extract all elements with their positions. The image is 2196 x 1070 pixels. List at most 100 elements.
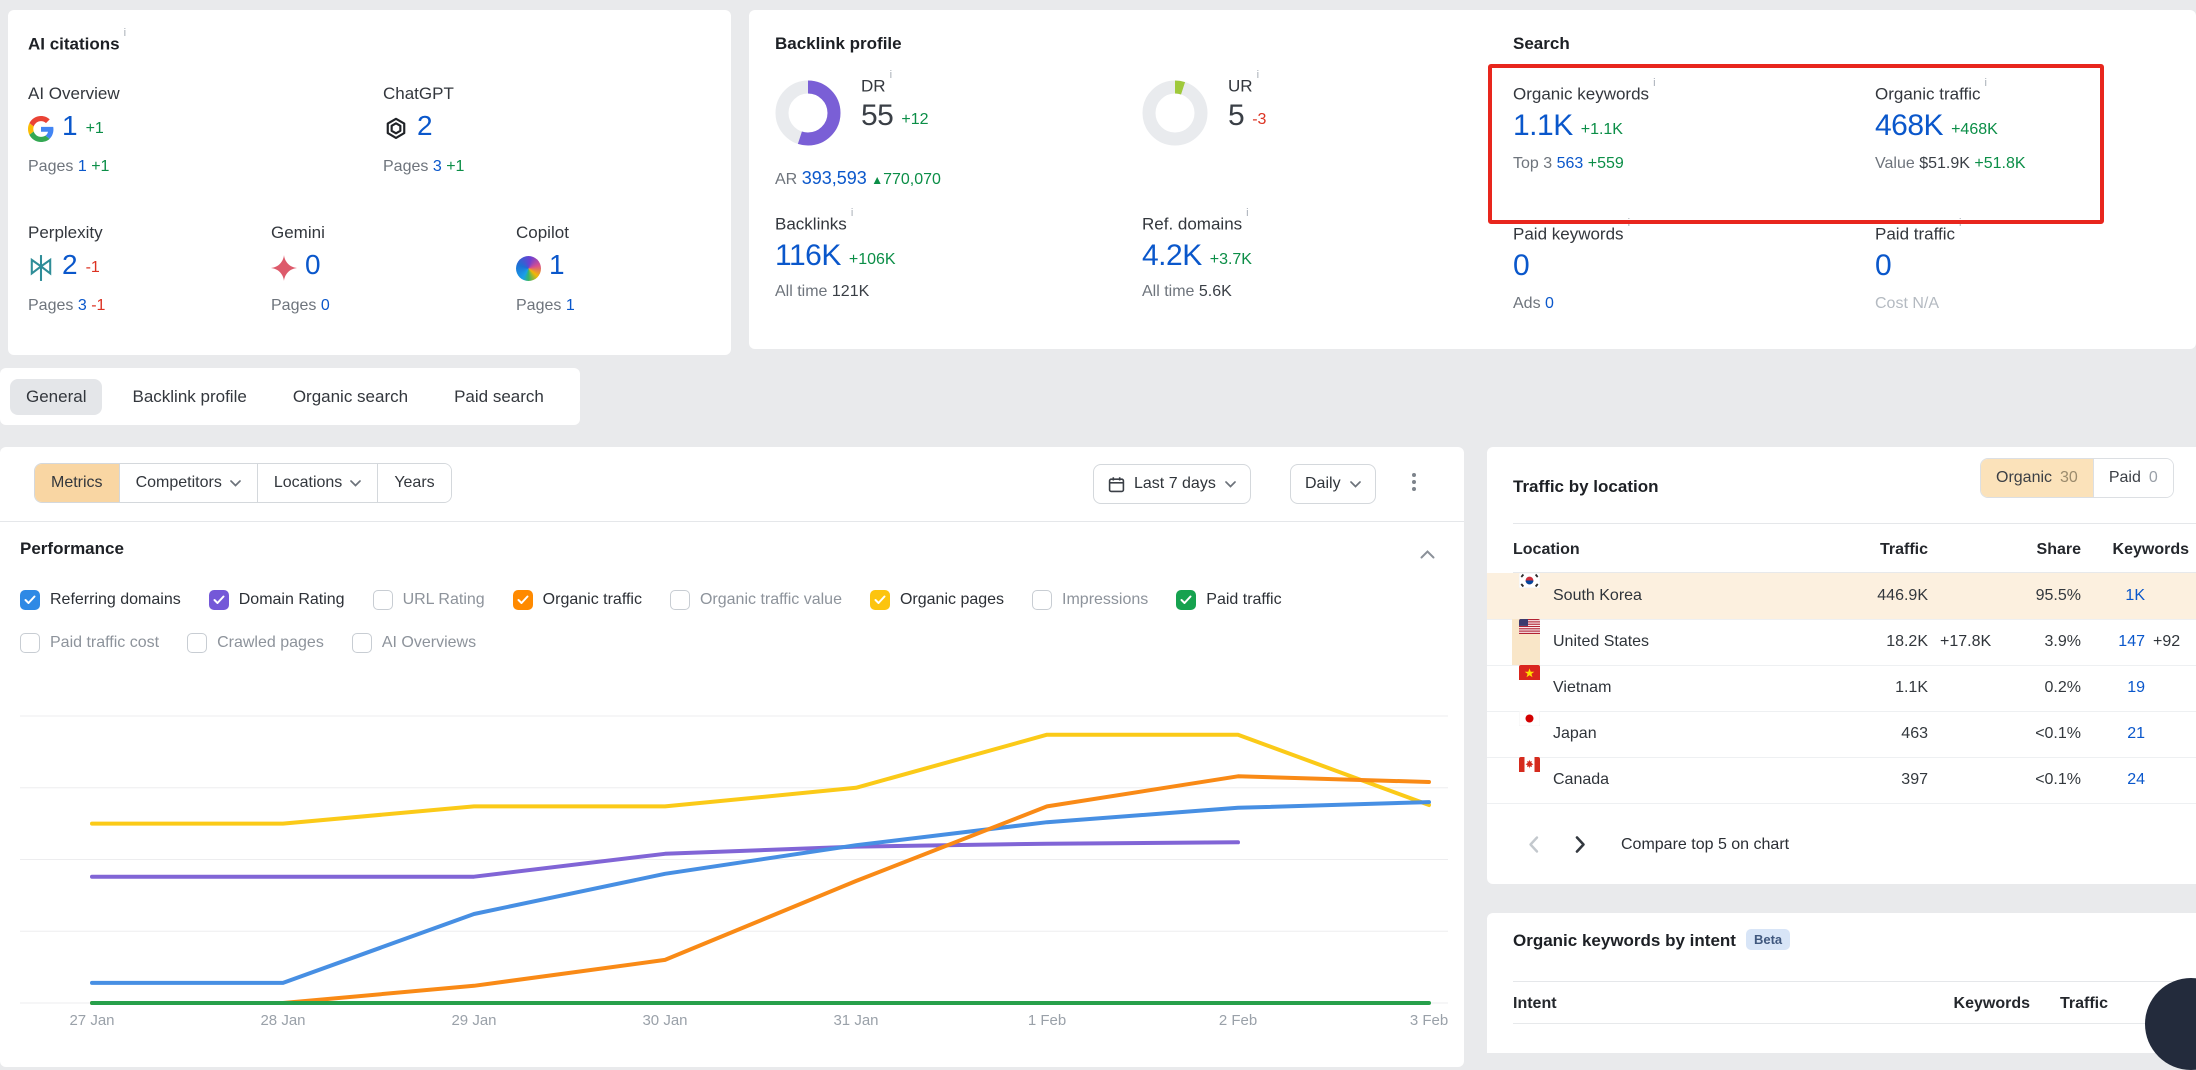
collapse-chevron-icon[interactable] — [1420, 546, 1435, 564]
pages-value[interactable]: 3 — [433, 158, 442, 175]
header-divider — [1513, 1023, 2196, 1024]
organic-traffic-value[interactable]: 468K — [1875, 109, 1943, 143]
keywords-link[interactable]: 19 — [2127, 665, 2145, 711]
info-icon[interactable]: i — [1246, 207, 1248, 219]
metric-checkbox-paid-traffic-cost[interactable]: Paid traffic cost — [20, 633, 159, 653]
toggle-organic[interactable]: Organic30 — [1981, 459, 2093, 497]
tab-paid-search[interactable]: Paid search — [438, 379, 560, 415]
tab-general[interactable]: General — [10, 379, 102, 415]
date-range-button[interactable]: Last 7 days — [1093, 464, 1251, 504]
metric-checkbox-url-rating[interactable]: URL Rating — [373, 590, 485, 610]
ai-value-row: 1 +1 — [28, 110, 120, 142]
tab-organic-search[interactable]: Organic search — [277, 379, 424, 415]
x-axis-tick-label: 31 Jan — [811, 1012, 901, 1029]
backlink-search-card: Backlink profile DRi 55+12 AR 393,593 ▲7… — [749, 10, 2196, 349]
cost-label: Cost — [1875, 295, 1908, 312]
filter-locations[interactable]: Locations — [258, 464, 379, 502]
metric-checkbox-ai-overviews[interactable]: AI Overviews — [352, 633, 476, 653]
ahrefs-site-overview: { "icons": {"info": "i", "ar_arrow": "▲"… — [0, 0, 2196, 1025]
top3-value[interactable]: 563 — [1557, 155, 1584, 172]
ai-citation-value[interactable]: 1 — [62, 110, 78, 142]
filter-years[interactable]: Years — [378, 464, 450, 502]
info-icon[interactable]: i — [1653, 77, 1655, 89]
ai-citation-value[interactable]: 2 — [417, 110, 433, 142]
traffic-value: 463 — [1901, 711, 1928, 757]
ai-citation-value[interactable]: 0 — [305, 249, 321, 281]
filter-segment-group: MetricsCompetitorsLocationsYears — [34, 463, 452, 503]
ai-citation-value[interactable]: 2 — [62, 249, 78, 281]
ai-value-row: 2 — [383, 110, 464, 142]
paid-keywords-value[interactable]: 0 — [1513, 249, 1529, 283]
backlinks-label: Backlinks — [775, 215, 847, 234]
location-row-united-states[interactable]: United States18.2K3.9%147+17.8K+92 — [1487, 619, 2196, 666]
location-row-vietnam[interactable]: Vietnam1.1K0.2%19 — [1487, 665, 2196, 712]
share-value: 95.5% — [2036, 573, 2081, 619]
prev-page-icon[interactable] — [1527, 835, 1540, 854]
next-page-icon[interactable] — [1574, 835, 1587, 854]
more-options-button[interactable] — [1408, 469, 1420, 495]
performance-card: MetricsCompetitorsLocationsYears Last 7 … — [0, 447, 1464, 1067]
checked-checkbox-icon — [513, 590, 533, 610]
keywords-link[interactable]: 1K — [2125, 573, 2145, 619]
metric-checkbox-row: Paid traffic cost Crawled pages AI Overvie… — [20, 633, 476, 653]
info-icon[interactable]: i — [1985, 77, 1987, 89]
metric-checkbox-paid-traffic[interactable]: Paid traffic — [1176, 590, 1281, 610]
filter-metrics[interactable]: Metrics — [35, 464, 120, 502]
compare-top5-link[interactable]: Compare top 5 on chart — [1621, 836, 1789, 854]
metric-checkbox-referring-domains[interactable]: Referring domains — [20, 590, 181, 610]
tab-backlink-profile[interactable]: Backlink profile — [116, 379, 262, 415]
organic-keywords-label: Organic keywords — [1513, 85, 1649, 104]
info-icon[interactable]: i — [851, 207, 853, 219]
ads-value[interactable]: 0 — [1545, 295, 1554, 312]
card-divider — [1513, 981, 2196, 982]
info-icon[interactable]: i — [1628, 217, 1630, 229]
ai-citation-change: +1 — [86, 120, 104, 142]
pages-value[interactable]: 3 — [78, 297, 87, 314]
metric-checkbox-organic-traffic-value[interactable]: Organic traffic value — [670, 590, 842, 610]
granularity-button[interactable]: Daily — [1290, 464, 1376, 504]
performance-line-chart — [0, 690, 1464, 1025]
flag-canada-icon — [1519, 757, 1540, 803]
pages-value[interactable]: 0 — [321, 297, 330, 314]
paid-traffic-value[interactable]: 0 — [1875, 249, 1891, 283]
checked-checkbox-icon — [209, 590, 229, 610]
metric-checkbox-domain-rating[interactable]: Domain Rating — [209, 590, 345, 610]
traffic-change: +17.8K — [1940, 619, 1991, 665]
keywords-link[interactable]: 147 — [2118, 619, 2145, 665]
pages-change: +1 — [91, 158, 109, 175]
ar-value[interactable]: 393,593 — [802, 168, 867, 188]
backlinks-value[interactable]: 116K — [775, 239, 841, 273]
paid-traffic-label: Paid traffic — [1875, 225, 1955, 244]
alltime-label: All time — [775, 283, 827, 300]
filter-competitors[interactable]: Competitors — [120, 464, 258, 502]
info-icon[interactable]: i — [890, 69, 892, 81]
ai-citation-value[interactable]: 1 — [549, 249, 565, 281]
metric-checkbox-organic-traffic[interactable]: Organic traffic — [513, 590, 642, 610]
organic-keywords-value[interactable]: 1.1K — [1513, 109, 1573, 143]
metric-checkbox-impressions[interactable]: Impressions — [1032, 590, 1148, 610]
pages-value[interactable]: 1 — [78, 158, 87, 175]
pages-value[interactable]: 1 — [566, 297, 575, 314]
info-icon[interactable]: i — [124, 27, 126, 39]
ai-pages-row: Pages 0 — [271, 297, 330, 315]
checked-checkbox-icon — [1176, 590, 1196, 610]
info-icon[interactable]: i — [1257, 69, 1259, 81]
location-row-south-korea[interactable]: South Korea446.9K95.5%1K — [1487, 573, 2196, 620]
metric-checkbox-crawled-pages[interactable]: Crawled pages — [187, 633, 324, 653]
metric-checkbox-organic-pages[interactable]: Organic pages — [870, 590, 1004, 610]
info-icon[interactable]: i — [1959, 217, 1961, 229]
column-header-keywords: Keywords — [1954, 995, 2030, 1013]
ref-domains-value[interactable]: 4.2K — [1142, 239, 1202, 273]
location-row-canada[interactable]: Canada397<0.1%24 — [1487, 757, 2196, 804]
pages-label: Pages — [271, 297, 316, 314]
ai-citation-perplexity: Perplexity2-1Pages 3 -1 — [28, 223, 105, 315]
keywords-link[interactable]: 21 — [2127, 711, 2145, 757]
toggle-paid[interactable]: Paid0 — [2093, 459, 2173, 497]
ai-citations-title-text: AI citations — [28, 35, 120, 54]
keywords-by-intent-title-text: Organic keywords by intent — [1513, 931, 1736, 950]
flag-united-states-icon — [1519, 619, 1540, 665]
column-header-location: Location — [1513, 541, 1580, 559]
location-row-japan[interactable]: Japan463<0.1%21 — [1487, 711, 2196, 758]
keywords-link[interactable]: 24 — [2127, 757, 2145, 803]
location-name: South Korea — [1553, 573, 1642, 619]
